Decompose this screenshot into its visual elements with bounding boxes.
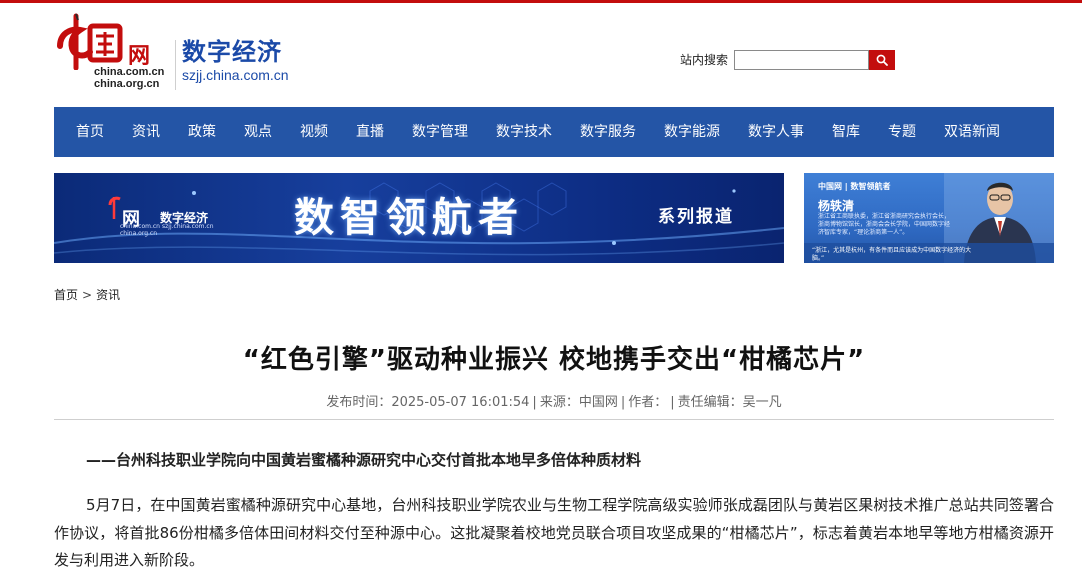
meta-author-label: 作者： bbox=[628, 395, 668, 410]
search-label: 站内搜索 bbox=[680, 53, 729, 67]
interviewee-name: 杨轶清 bbox=[818, 199, 855, 213]
site-search: 站内搜索 bbox=[680, 50, 896, 70]
site-logo[interactable]: 网 china.com.cn china.org.cn 数字经济 szjj.ch… bbox=[54, 12, 314, 94]
interviewee-description: 浙江省工商联执委，浙江省浙商研究会执行会长，浙商博物馆馆长，浙商会会长学院，中国… bbox=[818, 213, 951, 236]
search-button[interactable] bbox=[869, 50, 896, 70]
nav-item-opinion[interactable]: 观点 bbox=[230, 107, 286, 157]
article-meta: 发布时间：2025-05-07 16:01:54 | 来源：中国网 | 作者： | 责任编辑… bbox=[54, 394, 1054, 412]
nav-item-news[interactable]: 资讯 bbox=[118, 107, 174, 157]
breadcrumb-home[interactable]: 首页 bbox=[54, 287, 78, 303]
logo-domain-com: china.com.cn bbox=[94, 66, 165, 78]
banner-logo-domain-org: china.org.cn bbox=[120, 230, 158, 237]
nav-item-home[interactable]: 首页 bbox=[62, 107, 118, 157]
main-nav: 首页 资讯 政策 观点 视频 直播 数字管理 数字技术 数字服务 数字能源 数字… bbox=[54, 107, 1054, 157]
interviewee-quote: “浙江，尤其是杭州，有条件而且应该成为中国数字经济的大脑。” bbox=[812, 247, 972, 262]
logo-divider bbox=[175, 40, 176, 90]
nav-item-bilingual-news[interactable]: 双语新闻 bbox=[930, 107, 1014, 157]
meta-source-label: 来源： bbox=[539, 395, 579, 410]
banner-logo-domain-szjj: szjj.china.com.cn bbox=[162, 223, 214, 230]
title-divider bbox=[54, 419, 1054, 420]
meta-editor: 吴一凡 bbox=[742, 395, 782, 410]
search-input[interactable] bbox=[734, 50, 870, 70]
channel-domain: szjj.china.com.cn bbox=[182, 67, 289, 83]
channel-name: 数字经济 bbox=[182, 38, 282, 66]
breadcrumb-news[interactable]: 资讯 bbox=[96, 287, 120, 303]
china-logo-mark bbox=[57, 13, 123, 70]
article-subtitle: ——台州科技职业学院向中国黄岩蜜橘种源研究中心交付首批本地早多倍体种质材料 bbox=[86, 451, 642, 469]
meta-time: 2025-05-07 16:01:54 bbox=[391, 395, 530, 410]
breadcrumb-separator: > bbox=[82, 288, 93, 302]
meta-time-label: 发布时间： bbox=[326, 395, 392, 410]
nav-item-digital-management[interactable]: 数字管理 bbox=[398, 107, 482, 157]
nav-item-digital-personnel[interactable]: 数字人事 bbox=[734, 107, 818, 157]
nav-item-special[interactable]: 专题 bbox=[874, 107, 930, 157]
top-accent-line bbox=[0, 0, 1082, 3]
banner-subtitle: 系列报道 bbox=[658, 207, 734, 227]
meta-pipe: | bbox=[670, 395, 675, 410]
nav-item-think-tank[interactable]: 智库 bbox=[818, 107, 874, 157]
banner-logo-domain-com: china.com.cn bbox=[120, 223, 160, 230]
nav-item-policy[interactable]: 政策 bbox=[174, 107, 230, 157]
meta-editor-label: 责任编辑： bbox=[677, 395, 743, 410]
nav-item-digital-energy[interactable]: 数字能源 bbox=[650, 107, 734, 157]
meta-source: 中国网 bbox=[578, 395, 618, 410]
logo-domain-org: china.org.cn bbox=[94, 78, 160, 90]
article-paragraph: 5月7日，在中国黄岩蜜橘种源研究中心基地，台州科技职业学院农业与生物工程学院高级… bbox=[54, 496, 1054, 569]
nav-item-live[interactable]: 直播 bbox=[342, 107, 398, 157]
breadcrumb: 首页 > 资讯 bbox=[54, 287, 120, 303]
nav-item-digital-services[interactable]: 数字服务 bbox=[566, 107, 650, 157]
banner-interview-card[interactable]: 中国网 | 数智领航者 杨轶清 浙江省工商联执委，浙江省浙商研究会执行会长，浙商… bbox=[804, 173, 1054, 263]
nav-item-digital-technology[interactable]: 数字技术 bbox=[482, 107, 566, 157]
article-title: “红色引擎”驱动种业振兴 校地携手交出“柑橘芯片” bbox=[242, 345, 866, 375]
banner-digital-navigators[interactable]: 网 数字经济 china.com.cn china.org.cn szjj.ch… bbox=[54, 173, 784, 263]
banner-side-logo: 中国网 | 数智领航者 bbox=[818, 182, 891, 191]
meta-pipe: | bbox=[620, 395, 626, 410]
search-icon bbox=[876, 54, 888, 66]
meta-pipe: | bbox=[532, 395, 537, 410]
banner-title: 数智领航者 bbox=[294, 195, 524, 241]
nav-item-video[interactable]: 视频 bbox=[286, 107, 342, 157]
